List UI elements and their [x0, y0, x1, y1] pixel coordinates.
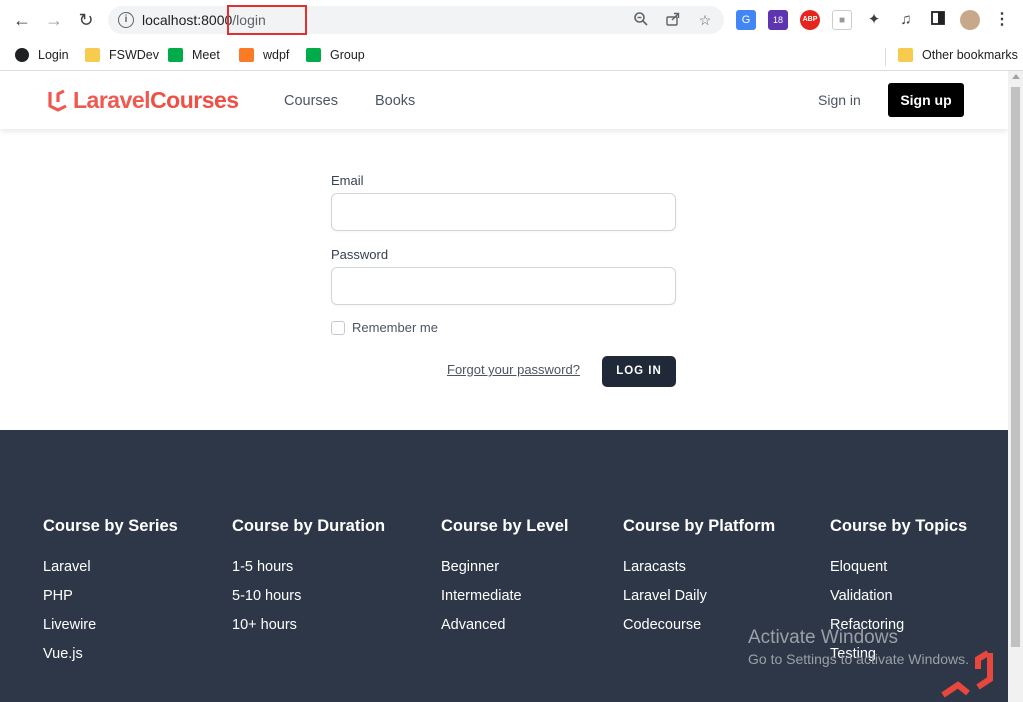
bookmark-label: Group [330, 48, 365, 62]
password-field[interactable] [331, 267, 676, 305]
browser-menu-icon[interactable]: ⋮ [992, 10, 1012, 30]
signup-button[interactable]: Sign up [888, 83, 964, 117]
extension-badge-count: 18 [772, 15, 783, 25]
footer-link[interactable]: Beginner [441, 559, 568, 588]
footer-column-title: Course by Platform [623, 517, 776, 535]
page-viewport: LaravelCourses Courses Books Sign in Sig… [0, 71, 1008, 702]
bookmark-label: Meet [192, 48, 220, 62]
logo-text-laravel: Laravel [73, 87, 151, 113]
footer-link[interactable]: Intermediate [441, 588, 568, 617]
footer-link[interactable]: Advanced [441, 617, 568, 646]
forward-arrow-icon[interactable]: → [42, 8, 66, 32]
laravel-logo-icon [48, 89, 67, 112]
folder-icon [898, 48, 913, 62]
meet-icon [306, 48, 321, 62]
footer-link[interactable]: Laravel [43, 559, 178, 588]
password-label: Password [331, 247, 389, 262]
bookmark-meet[interactable]: Meet [168, 45, 220, 65]
bookmark-fswdev[interactable]: FSWDev [85, 45, 159, 65]
footer-link[interactable]: Laracasts [623, 559, 775, 588]
extension-box-icon[interactable]: ■ [832, 10, 852, 30]
footer-column-duration: Course by Duration 1-5 hours 5-10 hours … [232, 517, 385, 646]
bookmarks-separator [885, 48, 886, 66]
footer-link[interactable]: 1-5 hours [232, 559, 385, 588]
url-host: localhost:8000 [142, 12, 233, 28]
scrollbar-thumb[interactable] [1011, 87, 1020, 647]
bookmark-login[interactable]: Login [15, 45, 69, 65]
other-bookmarks[interactable]: Other bookmarks [898, 45, 1018, 65]
footer-link[interactable]: PHP [43, 588, 178, 617]
remember-checkbox[interactable] [331, 321, 345, 335]
footer-link[interactable]: 10+ hours [232, 617, 385, 646]
footer-link[interactable]: Laravel Daily [623, 588, 775, 617]
footer-column-title: Course by Level [441, 517, 569, 535]
nav-books[interactable]: Books [375, 93, 415, 109]
other-bookmarks-label: Other bookmarks [922, 48, 1018, 62]
adblock-label: ABP [802, 16, 818, 23]
footer-column-series: Course by Series Laravel PHP Livewire Vu… [43, 517, 178, 675]
zoom-icon[interactable] [632, 11, 650, 29]
site-logo[interactable]: LaravelCourses [47, 87, 239, 114]
windows-activation-watermark: Activate Windows Go to Settings to activ… [748, 627, 969, 667]
adblock-icon[interactable]: ABP [800, 10, 820, 30]
nav-courses[interactable]: Courses [284, 93, 338, 109]
bookmark-group[interactable]: Group [306, 45, 365, 65]
footer-link[interactable]: Vue.js [43, 646, 178, 675]
xampp-icon [239, 48, 254, 62]
site-header: LaravelCourses Courses Books Sign in Sig… [0, 71, 1008, 129]
footer-link[interactable]: Eloquent [830, 559, 967, 588]
media-controls-icon[interactable]: ♫ [896, 10, 916, 30]
forgot-password-link[interactable]: Forgot your password? [447, 362, 580, 377]
scroll-up-arrow-icon[interactable] [1012, 74, 1020, 79]
page-scrollbar[interactable] [1008, 71, 1023, 702]
footer-column-title: Course by Series [43, 517, 178, 535]
bookmark-label: wdpf [263, 48, 290, 62]
remember-label[interactable]: Remember me [352, 320, 438, 335]
email-label: Email [331, 173, 364, 188]
reload-icon[interactable]: ↻ [74, 8, 98, 32]
email-field[interactable] [331, 193, 676, 231]
login-button[interactable]: LOG IN [602, 356, 676, 387]
footer-column-level: Course by Level Beginner Intermediate Ad… [441, 517, 568, 646]
browser-toolbar: ← → ↻ i localhost:8000/login ☆ G 18 ABP … [0, 0, 1023, 40]
share-icon[interactable] [664, 11, 682, 29]
side-panel-icon[interactable] [928, 10, 948, 30]
globe-icon [15, 48, 29, 62]
footer-link[interactable]: Validation [830, 588, 967, 617]
watermark-title: Activate Windows [748, 627, 898, 648]
folder-icon [85, 48, 100, 62]
bookmark-wdpf[interactable]: wdpf [239, 45, 289, 65]
back-arrow-icon[interactable]: ← [10, 8, 34, 32]
address-bar[interactable]: i localhost:8000/login ☆ [108, 5, 724, 35]
puzzle-extensions-icon[interactable]: ✦ [864, 10, 884, 30]
bookmark-star-icon[interactable]: ☆ [696, 11, 714, 29]
extension-badge-icon[interactable]: 18 [768, 10, 788, 30]
signin-link[interactable]: Sign in [818, 92, 861, 108]
url-highlight-box [227, 5, 307, 35]
translate-extension-icon[interactable]: G [736, 10, 756, 30]
bookmarks-bar: Login FSWDev Meet wdpf Group Other bookm… [0, 40, 1023, 71]
footer-column-title: Course by Topics [830, 517, 968, 535]
site-info-icon[interactable]: i [118, 12, 134, 28]
meet-icon [168, 48, 183, 62]
footer-column-title: Course by Duration [232, 517, 386, 535]
profile-avatar[interactable] [960, 10, 980, 30]
bookmark-label: Login [38, 48, 69, 62]
footer-link[interactable]: 5-10 hours [232, 588, 385, 617]
footer-link[interactable]: Livewire [43, 617, 178, 646]
watermark-subtitle: Go to Settings to activate Windows. [748, 651, 969, 667]
logo-text-courses: Courses [150, 87, 239, 113]
bookmark-label: FSWDev [109, 48, 159, 62]
